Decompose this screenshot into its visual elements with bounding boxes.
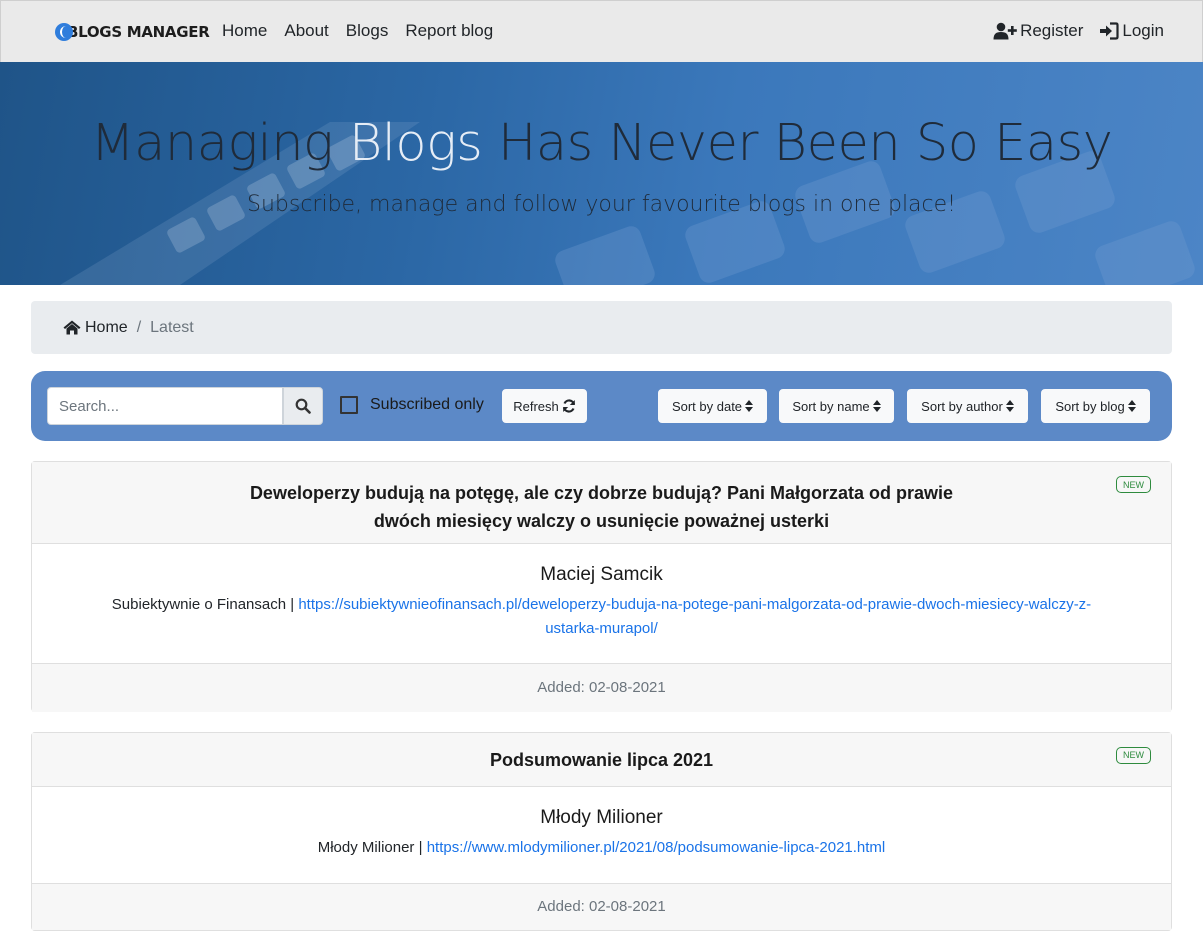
hero-title-accent: Blogs — [348, 114, 483, 173]
post-blog-name: Subiektywnie o Finansach — [111, 596, 287, 613]
sort-icon — [1127, 400, 1136, 412]
post-title[interactable]: Podsumowanie lipca 2021 NEW — [32, 733, 1171, 787]
sort-by-author-label: Sort by author — [921, 398, 1003, 414]
post-title-line: Deweloperzy budują na potęgę, ale czy do… — [249, 483, 954, 503]
sort-icon — [1005, 400, 1014, 412]
nav-link-about[interactable]: About — [284, 21, 328, 41]
user-plus-icon — [993, 22, 1017, 40]
post-added-date: Added: 02-08-2021 — [32, 883, 1171, 930]
post-author: Młody Milioner — [540, 807, 663, 828]
sort-icon — [745, 400, 754, 412]
post-card: Deweloperzy budują na potęgę, ale czy do… — [31, 461, 1172, 712]
nav-links: Home About Blogs Report blog — [222, 21, 493, 41]
post-meta-separator: | — [418, 839, 423, 856]
navbar: BLOGS MANAGER Home About Blogs Report bl… — [0, 0, 1203, 62]
brand-logo[interactable]: BLOGS MANAGER — [55, 21, 210, 43]
breadcrumb-home[interactable]: Home — [63, 319, 128, 337]
hero-banner: Managing Blogs Has Never Been So Easy Su… — [0, 62, 1203, 285]
new-badge: NEW — [1116, 476, 1151, 493]
post-author: Maciej Samcik — [540, 564, 663, 585]
subscribed-only-toggle: Subscribed only — [340, 396, 484, 414]
post-url-link[interactable]: https://subiektywnieofinansach.pl/dewelo… — [298, 596, 1091, 637]
post-url-link[interactable]: https://www.mlodymilioner.pl/2021/08/pod… — [427, 839, 886, 856]
breadcrumb-current: Latest — [150, 318, 194, 336]
nav-account: Register Login — [993, 21, 1164, 41]
breadcrumb-separator: / — [136, 318, 142, 336]
post-title-line: Podsumowanie lipca 2021 — [489, 750, 714, 770]
nav-link-blogs[interactable]: Blogs — [346, 21, 389, 41]
home-icon — [63, 320, 81, 335]
sort-icon — [872, 400, 881, 412]
register-link[interactable]: Register — [993, 21, 1083, 41]
search-button[interactable] — [283, 387, 323, 425]
post-title-line: dwóch miesięcy walczy o usunięcie poważn… — [373, 511, 830, 531]
search-icon — [295, 398, 311, 414]
sort-by-blog-label: Sort by blog — [1055, 398, 1125, 414]
subscribed-only-checkbox[interactable] — [340, 396, 358, 414]
nav-link-home[interactable]: Home — [222, 21, 267, 41]
blog-logo-icon — [55, 23, 73, 41]
sort-by-blog-button[interactable]: Sort by blog — [1041, 389, 1150, 423]
sort-by-date-button[interactable]: Sort by date — [658, 389, 767, 423]
breadcrumb-home-label: Home — [85, 318, 128, 336]
new-badge: NEW — [1116, 747, 1151, 764]
refresh-label: Refresh — [513, 398, 559, 414]
sort-by-author-button[interactable]: Sort by author — [907, 389, 1028, 423]
refresh-button[interactable]: Refresh — [502, 389, 587, 423]
subscribed-only-label: Subscribed only — [370, 396, 484, 413]
sign-in-icon — [1100, 22, 1119, 40]
register-label: Register — [1020, 21, 1084, 40]
breadcrumb: Home / Latest — [31, 301, 1172, 354]
post-body: Maciej Samcik Subiektywnie o Finansach |… — [32, 544, 1171, 663]
login-link[interactable]: Login — [1099, 21, 1164, 41]
post-card: Podsumowanie lipca 2021 NEW Młody Milion… — [31, 732, 1172, 931]
post-meta-separator: | — [290, 596, 295, 613]
hero-subtitle: Subscribe, manage and follow your favour… — [246, 192, 956, 217]
filter-toolbar: Subscribed only Refresh Sort by date Sor… — [31, 371, 1172, 441]
post-added-date: Added: 02-08-2021 — [32, 663, 1171, 712]
nav-link-report-blog[interactable]: Report blog — [405, 21, 493, 41]
login-label: Login — [1122, 21, 1164, 40]
search-input[interactable] — [47, 387, 283, 425]
sort-by-name-button[interactable]: Sort by name — [779, 389, 894, 423]
keyboard-background — [60, 122, 1195, 285]
post-body: Młody Milioner Młody Milioner | https://… — [32, 787, 1171, 883]
sort-by-name-label: Sort by name — [792, 398, 870, 414]
post-title[interactable]: Deweloperzy budują na potęgę, ale czy do… — [32, 462, 1171, 544]
refresh-icon — [562, 399, 575, 413]
post-meta: Subiektywnie o Finansach | https://subie… — [32, 593, 1171, 641]
hero-title: Managing Blogs Has Never Been So Easy — [90, 114, 1113, 173]
sort-by-date-label: Sort by date — [671, 398, 743, 414]
brand-name: BLOGS MANAGER — [67, 23, 210, 41]
post-blog-name: Młody Milioner — [317, 839, 415, 856]
post-meta: Młody Milioner | https://www.mlodymilion… — [32, 836, 1171, 860]
